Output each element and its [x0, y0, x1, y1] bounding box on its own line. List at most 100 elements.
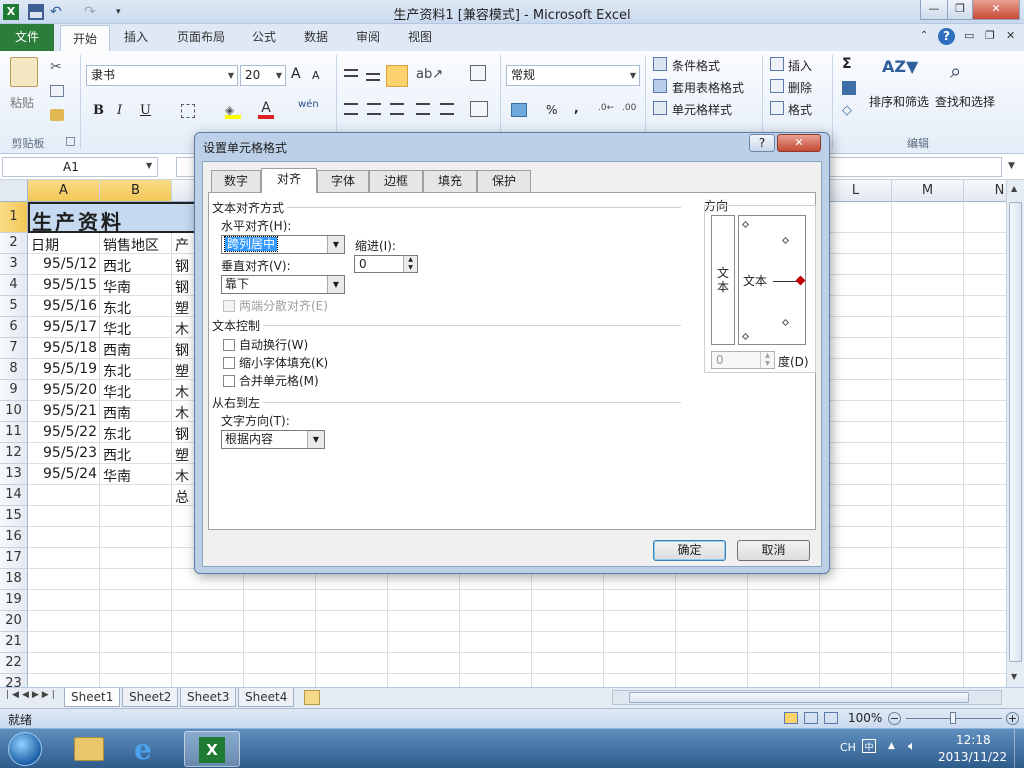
- sheet-tab-3[interactable]: Sheet3: [180, 688, 237, 707]
- tab-number[interactable]: 数字: [211, 170, 261, 192]
- data-cell[interactable]: 95/5/20: [28, 382, 97, 398]
- horizontal-scrollbar[interactable]: [612, 690, 1002, 705]
- tab-font[interactable]: 字体: [317, 170, 369, 192]
- format-cells-icon[interactable]: [770, 101, 784, 115]
- underline-button[interactable]: U: [140, 103, 151, 118]
- ime-icon[interactable]: 中: [862, 739, 876, 753]
- align-right-icon[interactable]: [390, 103, 404, 115]
- insert-cells-icon[interactable]: [770, 57, 784, 71]
- data-cell[interactable]: 东北: [103, 361, 171, 381]
- format-as-table-button[interactable]: 套用表格格式: [672, 79, 744, 96]
- merge-cells-checkbox[interactable]: [223, 375, 235, 387]
- close-button[interactable]: ✕: [972, 0, 1020, 20]
- column-header[interactable]: A: [28, 180, 100, 202]
- indent-spinner[interactable]: 0 ▲ ▼: [354, 255, 418, 273]
- cell-styles-icon[interactable]: [653, 101, 667, 115]
- clock-time[interactable]: 12:18: [956, 733, 991, 747]
- row-header[interactable]: 6: [0, 317, 28, 338]
- normal-view-icon[interactable]: [784, 712, 798, 724]
- spinner-down-icon[interactable]: ▼: [403, 264, 417, 272]
- phonetic-button[interactable]: wén: [298, 99, 319, 110]
- fill-icon[interactable]: [842, 81, 856, 95]
- insert-sheet-icon[interactable]: [304, 690, 320, 705]
- row-header[interactable]: 10: [0, 401, 28, 422]
- tab-review[interactable]: 审阅: [348, 24, 388, 51]
- tab-formulas[interactable]: 公式: [244, 24, 284, 51]
- data-cell[interactable]: 东北: [103, 424, 171, 444]
- spinner-up-icon[interactable]: ▲: [760, 352, 774, 360]
- clear-icon[interactable]: ◇: [842, 103, 852, 118]
- sheet-tab-2[interactable]: Sheet2: [122, 688, 179, 707]
- minimize-button[interactable]: —: [920, 0, 948, 20]
- hscroll-thumb[interactable]: [629, 692, 969, 703]
- row-header[interactable]: 20: [0, 611, 28, 632]
- format-painter-icon[interactable]: [50, 109, 64, 121]
- tab-view[interactable]: 视图: [400, 24, 440, 51]
- conditional-format-icon[interactable]: [653, 57, 667, 71]
- dropdown-arrow-icon[interactable]: ▼: [327, 236, 344, 253]
- align-top-icon[interactable]: [344, 69, 358, 77]
- number-format-combo[interactable]: 常规 ▼: [506, 65, 640, 86]
- data-cell[interactable]: 华南: [103, 466, 171, 486]
- sort-filter-icon[interactable]: AZ▼: [882, 57, 918, 91]
- page-layout-view-icon[interactable]: [804, 712, 818, 724]
- row-header[interactable]: 18: [0, 569, 28, 590]
- column-header[interactable]: N: [964, 180, 1006, 202]
- spinner-down-icon[interactable]: ▼: [760, 360, 774, 368]
- row-header[interactable]: 22: [0, 653, 28, 674]
- row-header[interactable]: 21: [0, 632, 28, 653]
- delete-cells-button[interactable]: 删除: [788, 79, 812, 96]
- formula-bar-expand-icon[interactable]: ▼: [1008, 161, 1015, 171]
- align-middle-icon[interactable]: [366, 73, 380, 81]
- cell-styles-button[interactable]: 单元格样式: [672, 101, 732, 118]
- language-indicator[interactable]: CH: [840, 741, 856, 754]
- conditional-format-button[interactable]: 条件格式: [672, 57, 720, 74]
- scroll-thumb[interactable]: [1009, 202, 1022, 662]
- decrease-indent-icon[interactable]: [416, 103, 430, 115]
- vertical-scrollbar[interactable]: ▲ ▼: [1006, 180, 1024, 687]
- font-size-combo[interactable]: 20 ▼: [240, 65, 286, 86]
- data-cell[interactable]: 95/5/12: [28, 256, 97, 272]
- scroll-down-icon[interactable]: ▼: [1011, 672, 1017, 681]
- merge-center-icon[interactable]: [470, 101, 488, 117]
- column-header[interactable]: L: [820, 180, 892, 202]
- justify-distributed-checkbox[interactable]: [223, 300, 235, 312]
- wrap-text-icon[interactable]: [470, 65, 486, 81]
- format-as-table-icon[interactable]: [653, 79, 667, 93]
- header-cell[interactable]: 日期: [31, 235, 99, 255]
- row-header[interactable]: 4: [0, 275, 28, 296]
- cancel-button[interactable]: 取消: [737, 540, 810, 561]
- align-center-icon[interactable]: [367, 103, 381, 115]
- tab-protection[interactable]: 保护: [477, 170, 531, 192]
- vertical-text-button[interactable]: 文本: [711, 215, 735, 345]
- tab-data[interactable]: 数据: [296, 24, 336, 51]
- ok-button[interactable]: 确定: [653, 540, 726, 561]
- dial-handle-icon[interactable]: [795, 275, 806, 286]
- dialog-close-button[interactable]: ✕: [777, 134, 821, 152]
- zoom-in-icon[interactable]: +: [1006, 712, 1019, 725]
- name-box-dropdown-icon[interactable]: ▼: [146, 161, 152, 170]
- format-cells-button[interactable]: 格式: [788, 101, 812, 118]
- italic-button[interactable]: I: [117, 103, 122, 118]
- delete-cells-icon[interactable]: [770, 79, 784, 93]
- zoom-out-icon[interactable]: −: [888, 712, 901, 725]
- data-cell[interactable]: 东北: [103, 298, 171, 318]
- decrease-decimal-icon[interactable]: .00: [622, 103, 636, 113]
- row-header[interactable]: 2: [0, 233, 28, 254]
- help-icon[interactable]: ?: [938, 28, 955, 45]
- sort-filter-button[interactable]: 排序和筛选: [869, 93, 929, 110]
- tab-fill[interactable]: 填充: [423, 170, 477, 192]
- column-header[interactable]: M: [892, 180, 964, 202]
- find-select-button[interactable]: 查找和选择: [935, 93, 995, 110]
- page-break-view-icon[interactable]: [824, 712, 838, 724]
- data-cell[interactable]: 95/5/18: [28, 340, 97, 356]
- row-header[interactable]: 15: [0, 506, 28, 527]
- zoom-level[interactable]: 100%: [848, 711, 882, 725]
- spinner-up-icon[interactable]: ▲: [403, 256, 417, 264]
- dropdown-arrow-icon[interactable]: ▼: [327, 276, 344, 293]
- data-cell[interactable]: 西南: [103, 340, 171, 360]
- fill-color-icon[interactable]: ◈: [225, 103, 241, 119]
- row-header[interactable]: 19: [0, 590, 28, 611]
- font-name-combo[interactable]: 隶书 ▼: [86, 65, 238, 86]
- zoom-slider-thumb[interactable]: [950, 712, 956, 724]
